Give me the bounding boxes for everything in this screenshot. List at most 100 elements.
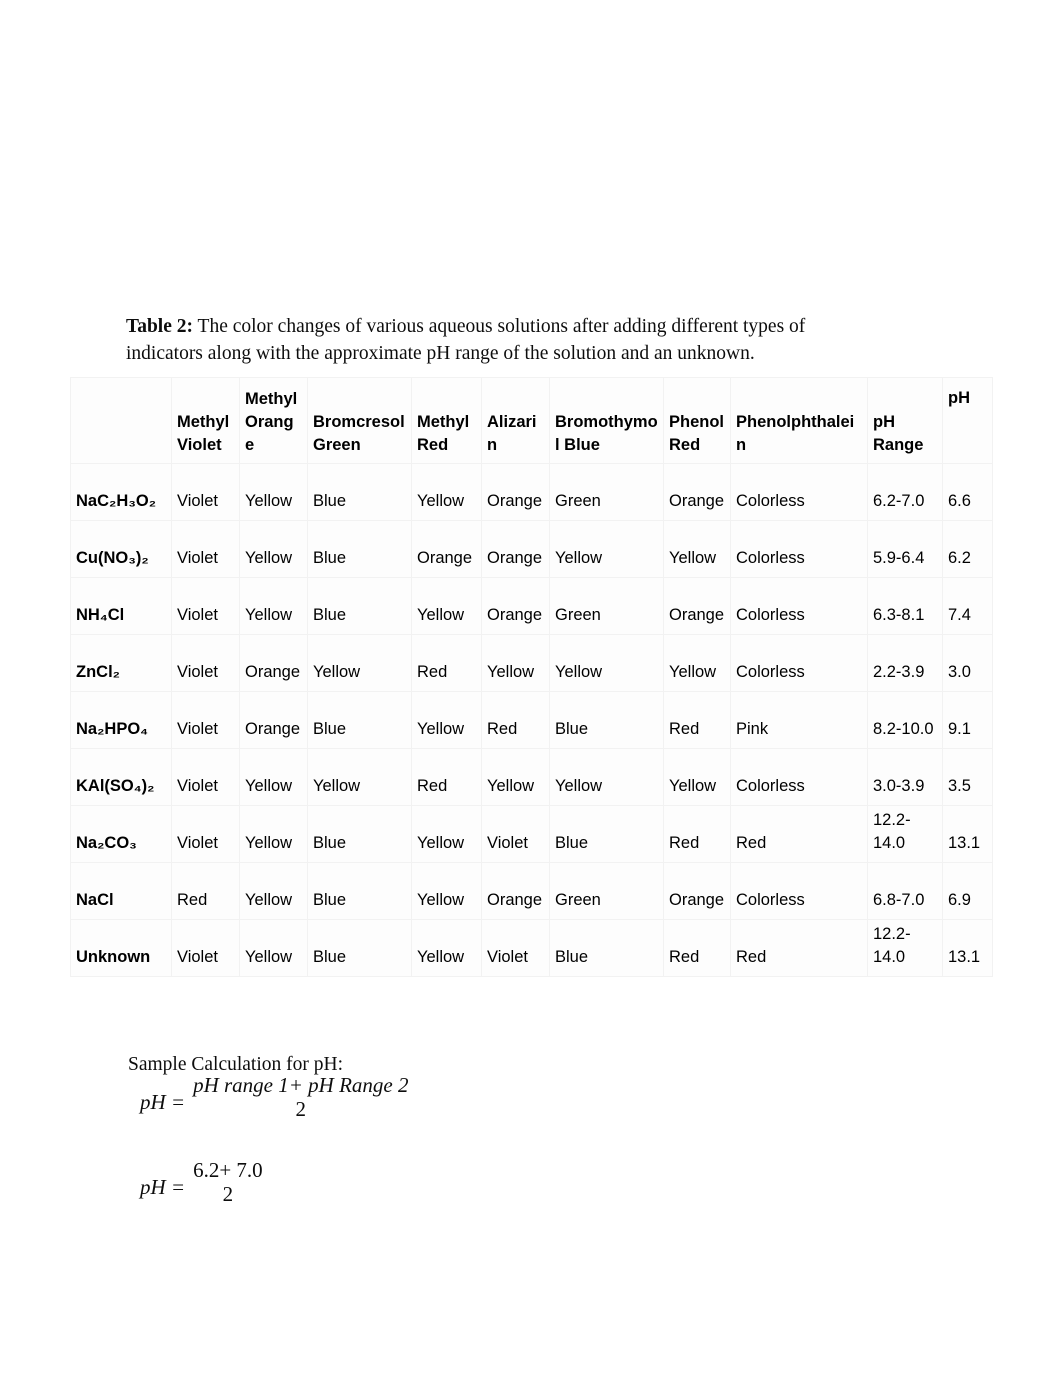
cell-ph-range: 8.2-10.0 [867, 691, 943, 749]
cell-bromothymol-blue: Yellow [549, 634, 664, 692]
cell-phenol-red: Yellow [663, 748, 731, 806]
cell-ph-range: 12.2-14.0 [867, 919, 943, 977]
column-header-methyl-violet: Methyl Violet [171, 377, 240, 464]
cell-phenol-red: Orange [663, 862, 731, 920]
cell-bromcresol-green: Blue [307, 577, 412, 635]
cell-phenolphthalein: Colorless [730, 577, 868, 635]
cell-bromothymol-blue: Green [549, 862, 664, 920]
cell-bromothymol-blue: Yellow [549, 748, 664, 806]
cell-methyl-orange: Yellow [239, 520, 308, 578]
cell-ph: 6.9 [942, 862, 993, 920]
equation-example-numerator: 6.2+ 7.0 [193, 1158, 263, 1182]
indicator-results-table: Methyl Violet Methyl Orange Bromcresol G… [70, 377, 993, 977]
cell-alizarin: Yellow [481, 748, 550, 806]
cell-methyl-orange: Orange [239, 634, 308, 692]
cell-ph: 9.1 [942, 691, 993, 749]
cell-methyl-red: Orange [411, 520, 482, 578]
cell-phenolphthalein: Colorless [730, 862, 868, 920]
cell-methyl-orange: Yellow [239, 748, 308, 806]
table-row: NH₄Cl Violet Yellow Blue Yellow Orange Green Or… [70, 577, 993, 635]
cell-ph-range: 6.3-8.1 [867, 577, 943, 635]
cell-ph-range: 6.2-7.0 [867, 463, 943, 521]
equation-general-lhs: pH = [140, 1090, 186, 1115]
cell-alizarin: Violet [481, 805, 550, 863]
table-row: NaCl Red Yellow Blue Yellow Orange Green Orange… [70, 862, 993, 920]
cell-methyl-red: Yellow [411, 805, 482, 863]
cell-alizarin: Orange [481, 862, 550, 920]
cell-methyl-red: Yellow [411, 577, 482, 635]
cell-bromothymol-blue: Blue [549, 691, 664, 749]
cell-methyl-orange: Yellow [239, 805, 308, 863]
cell-methyl-violet: Violet [171, 919, 240, 977]
cell-bromcresol-green: Yellow [307, 748, 412, 806]
cell-bromcresol-green: Yellow [307, 634, 412, 692]
column-header-methyl-red: Methyl Red [411, 377, 482, 464]
cell-methyl-orange: Yellow [239, 919, 308, 977]
table-caption-text: The color changes of various aqueous sol… [126, 316, 806, 364]
cell-ph-range: 6.8-7.0 [867, 862, 943, 920]
column-header-bromothymol-blue: Bromothymol Blue [549, 377, 664, 464]
column-header-solution [70, 377, 172, 464]
equation-general-denominator: 2 [295, 1096, 307, 1121]
table-header: Methyl Violet Methyl Orange Bromcresol G… [70, 377, 993, 464]
cell-methyl-violet: Violet [171, 577, 240, 635]
cell-alizarin: Orange [481, 520, 550, 578]
cell-bromothymol-blue: Blue [549, 805, 664, 863]
row-header-solution: NH₄Cl [70, 577, 172, 635]
equation-general: pH = pH range 1+ pH Range 2 2 [140, 1073, 413, 1121]
cell-phenolphthalein: Colorless [730, 634, 868, 692]
cell-phenol-red: Orange [663, 463, 731, 521]
cell-alizarin: Red [481, 691, 550, 749]
cell-methyl-violet: Violet [171, 463, 240, 521]
cell-bromcresol-green: Blue [307, 520, 412, 578]
cell-methyl-violet: Violet [171, 691, 240, 749]
row-header-solution: Na₂HPO₄ [70, 691, 172, 749]
cell-ph: 3.0 [942, 634, 993, 692]
cell-phenol-red: Yellow [663, 520, 731, 578]
cell-methyl-violet: Violet [171, 520, 240, 578]
table-caption-label: Table 2: [126, 316, 194, 337]
cell-ph: 3.5 [942, 748, 993, 806]
cell-methyl-red: Yellow [411, 862, 482, 920]
cell-methyl-violet: Violet [171, 634, 240, 692]
column-header-methyl-orange: Methyl Orange [239, 377, 308, 464]
equation-example-fraction: 6.2+ 7.0 2 [189, 1158, 267, 1206]
cell-alizarin: Yellow [481, 634, 550, 692]
cell-ph-range: 5.9-6.4 [867, 520, 943, 578]
column-header-alizarin: Alizarin [481, 377, 550, 464]
equation-general-numerator: pH range 1+ pH Range 2 [193, 1073, 409, 1097]
column-header-phenolphthalein: Phenolphthalein [730, 377, 868, 464]
table-container: Methyl Violet Methyl Orange Bromcresol G… [70, 377, 993, 977]
document-page: Table 2: The color changes of various aq… [0, 0, 1062, 1377]
cell-phenolphthalein: Red [730, 919, 868, 977]
cell-ph: 7.4 [942, 577, 993, 635]
cell-phenolphthalein: Colorless [730, 520, 868, 578]
cell-phenolphthalein: Red [730, 805, 868, 863]
table-row: Unknown Violet Yellow Blue Yellow Violet Blue R… [70, 919, 993, 977]
cell-bromcresol-green: Blue [307, 691, 412, 749]
table-row: ZnCl₂ Violet Orange Yellow Red Yellow Yellow Ye… [70, 634, 993, 692]
cell-alizarin: Violet [481, 919, 550, 977]
table-row: KAl(SO₄)₂ Violet Yellow Yellow Red Yellow Yell… [70, 748, 993, 806]
cell-methyl-red: Yellow [411, 691, 482, 749]
cell-bromothymol-blue: Blue [549, 919, 664, 977]
row-header-solution: ZnCl₂ [70, 634, 172, 692]
cell-phenol-red: Red [663, 919, 731, 977]
cell-phenol-red: Red [663, 805, 731, 863]
row-header-solution: NaC₂H₃O₂ [70, 463, 172, 521]
cell-bromcresol-green: Blue [307, 919, 412, 977]
cell-methyl-violet: Red [171, 862, 240, 920]
cell-bromcresol-green: Blue [307, 805, 412, 863]
equation-example: pH = 6.2+ 7.0 2 [140, 1158, 267, 1206]
cell-bromothymol-blue: Green [549, 463, 664, 521]
cell-bromothymol-blue: Green [549, 577, 664, 635]
cell-phenol-red: Yellow [663, 634, 731, 692]
table-body: NaC₂H₃O₂ Violet Yellow Blue Yellow Orange Gree… [70, 463, 993, 977]
equation-example-lhs: pH = [140, 1175, 186, 1200]
table-row: Na₂HPO₄ Violet Orange Blue Yellow Red Blue Red P… [70, 691, 993, 749]
cell-methyl-violet: Violet [171, 805, 240, 863]
equation-example-denominator: 2 [222, 1181, 234, 1206]
cell-ph-range: 2.2-3.9 [867, 634, 943, 692]
cell-bromothymol-blue: Yellow [549, 520, 664, 578]
table-row: Cu(NO₃)₂ Violet Yellow Blue Orange Orange Yell… [70, 520, 993, 578]
